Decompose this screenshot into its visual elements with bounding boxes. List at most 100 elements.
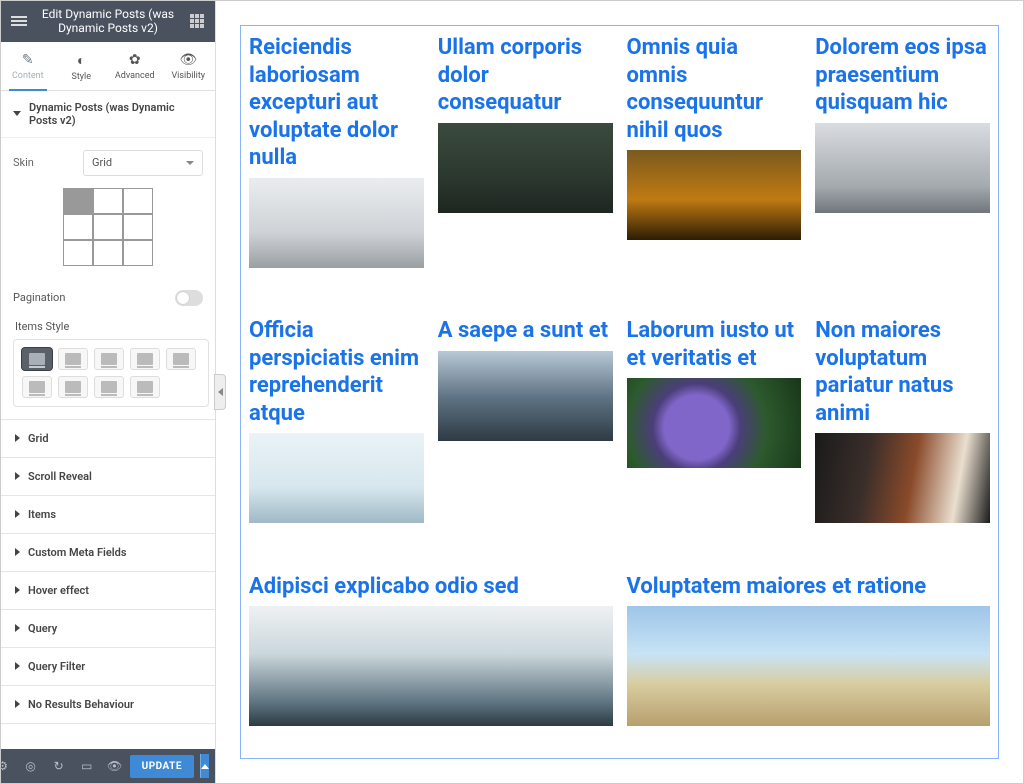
section-label: Query bbox=[28, 622, 57, 635]
sidebar-header: Edit Dynamic Posts (was Dynamic Posts v2… bbox=[1, 1, 215, 42]
tab-style[interactable]: ◐ Style bbox=[55, 42, 109, 90]
tab-visibility[interactable]: 👁 Visibility bbox=[162, 42, 216, 90]
post-image[interactable] bbox=[627, 606, 991, 726]
post-title-link[interactable]: A saepe a sunt et bbox=[438, 317, 613, 345]
preview-canvas: Reiciendis laboriosam excepturi aut volu… bbox=[216, 1, 1023, 783]
post-title-link[interactable]: Adipisci explicabo odio sed bbox=[249, 573, 613, 601]
items-style-option-9[interactable] bbox=[130, 376, 160, 398]
editor-sidebar: Edit Dynamic Posts (was Dynamic Posts v2… bbox=[1, 1, 216, 783]
items-style-option-5[interactable] bbox=[166, 348, 196, 370]
gear-icon: ✿ bbox=[110, 52, 160, 68]
post-image[interactable] bbox=[627, 378, 802, 468]
section-scroll-reveal[interactable]: Scroll Reveal bbox=[1, 458, 215, 496]
post-image[interactable] bbox=[249, 433, 424, 523]
chevron-down-icon bbox=[13, 111, 21, 116]
tab-label: Style bbox=[71, 72, 91, 82]
post-title-link[interactable]: Voluptatem maiores et ratione bbox=[627, 573, 991, 601]
section-label: Custom Meta Fields bbox=[28, 546, 126, 559]
post-card: Voluptatem maiores et ratione bbox=[627, 573, 991, 758]
items-style-option-3[interactable] bbox=[94, 348, 124, 370]
post-title-link[interactable]: Dolorem eos ipsa praesentium quisquam hi… bbox=[815, 34, 990, 117]
post-card: Ullam corporis dolor consequatur bbox=[438, 34, 613, 299]
section-hover-effect[interactable]: Hover effect bbox=[1, 572, 215, 610]
section-grid[interactable]: Grid bbox=[1, 420, 215, 458]
navigator-icon[interactable]: ◎ bbox=[22, 757, 40, 775]
post-card: Officia perspiciatis enim reprehenderit … bbox=[249, 317, 424, 555]
post-title-link[interactable]: Ullam corporis dolor consequatur bbox=[438, 34, 613, 117]
chevron-right-icon bbox=[15, 548, 20, 556]
pencil-icon: ✎ bbox=[3, 52, 53, 68]
post-image[interactable] bbox=[438, 123, 613, 213]
items-style-option-1[interactable] bbox=[22, 348, 52, 370]
tab-advanced[interactable]: ✿ Advanced bbox=[108, 42, 162, 90]
grid-layout-preview[interactable] bbox=[63, 188, 153, 266]
update-button[interactable]: UPDATE bbox=[130, 755, 194, 778]
items-style-option-6[interactable] bbox=[22, 376, 52, 398]
widget-dynamic-posts[interactable]: Reiciendis laboriosam excepturi aut volu… bbox=[240, 25, 999, 759]
post-title-link[interactable]: Non maiores voluptatum pariatur natus an… bbox=[815, 317, 990, 427]
post-card: Adipisci explicabo odio sed bbox=[249, 573, 613, 758]
section-label: Items bbox=[28, 508, 56, 521]
post-image[interactable] bbox=[249, 606, 613, 726]
responsive-icon[interactable]: ▭ bbox=[78, 757, 96, 775]
section-label: Scroll Reveal bbox=[28, 470, 92, 483]
items-style-option-2[interactable] bbox=[58, 348, 88, 370]
tab-label: Content bbox=[12, 71, 44, 81]
chevron-right-icon bbox=[15, 662, 20, 670]
skin-select[interactable]: Grid bbox=[83, 150, 203, 176]
post-title-link[interactable]: Omnis quia omnis consequuntur nihil quos bbox=[627, 34, 802, 144]
section-label: Hover effect bbox=[28, 584, 89, 597]
post-title-link[interactable]: Reiciendis laboriosam excepturi aut volu… bbox=[249, 34, 424, 172]
post-image[interactable] bbox=[627, 150, 802, 240]
chevron-right-icon bbox=[15, 510, 20, 518]
section-dynamic-posts-header[interactable]: Dynamic Posts (was Dynamic Posts v2) bbox=[1, 91, 215, 138]
post-image[interactable] bbox=[249, 178, 424, 268]
sidebar-collapse-handle[interactable] bbox=[214, 374, 226, 410]
post-image[interactable] bbox=[815, 123, 990, 213]
items-style-option-7[interactable] bbox=[58, 376, 88, 398]
post-card: Laborum iusto ut et veritatis et bbox=[627, 317, 802, 555]
chevron-right-icon bbox=[15, 586, 20, 594]
section-label: Query Filter bbox=[28, 660, 85, 673]
post-image[interactable] bbox=[438, 351, 613, 441]
sidebar-tabs: ✎ Content ◐ Style ✿ Advanced 👁 Visibility bbox=[1, 42, 215, 91]
post-card: A saepe a sunt et bbox=[438, 317, 613, 555]
items-style-option-8[interactable] bbox=[94, 376, 124, 398]
section-query[interactable]: Query bbox=[1, 610, 215, 648]
preview-icon[interactable]: 👁 bbox=[106, 757, 124, 775]
field-pagination: Pagination bbox=[13, 282, 203, 310]
chevron-right-icon bbox=[15, 700, 20, 708]
post-card: Non maiores voluptatum pariatur natus an… bbox=[815, 317, 990, 555]
post-card: Reiciendis laboriosam excepturi aut volu… bbox=[249, 34, 424, 299]
post-title-link[interactable]: Officia perspiciatis enim reprehenderit … bbox=[249, 317, 424, 427]
items-style-options bbox=[13, 339, 209, 407]
post-image[interactable] bbox=[815, 433, 990, 523]
section-items[interactable]: Items bbox=[1, 496, 215, 534]
section-custom-meta-fields[interactable]: Custom Meta Fields bbox=[1, 534, 215, 572]
tab-label: Visibility bbox=[171, 71, 205, 81]
update-options-button[interactable] bbox=[200, 754, 209, 778]
apps-icon[interactable] bbox=[187, 11, 207, 31]
sidebar-title: Edit Dynamic Posts (was Dynamic Posts v2… bbox=[29, 7, 187, 36]
chevron-right-icon bbox=[15, 624, 20, 632]
tab-label: Advanced bbox=[115, 71, 155, 81]
field-skin: Skin Grid bbox=[13, 150, 203, 176]
eye-icon: 👁 bbox=[164, 52, 214, 68]
chevron-right-icon bbox=[15, 472, 20, 480]
section-no-results-behaviour[interactable]: No Results Behaviour bbox=[1, 686, 215, 724]
pagination-label: Pagination bbox=[13, 291, 65, 304]
menu-button[interactable] bbox=[9, 11, 29, 31]
section-dynamic-posts-body: Skin Grid Pagination Items Style bbox=[1, 138, 215, 419]
skin-value: Grid bbox=[92, 156, 112, 169]
chevron-right-icon bbox=[15, 434, 20, 442]
tab-content[interactable]: ✎ Content bbox=[1, 42, 55, 90]
history-icon[interactable]: ↻ bbox=[50, 757, 68, 775]
sidebar-body: Dynamic Posts (was Dynamic Posts v2) Ski… bbox=[1, 91, 215, 749]
pagination-toggle[interactable] bbox=[175, 290, 203, 306]
contrast-icon: ◐ bbox=[57, 52, 107, 69]
section-query-filter[interactable]: Query Filter bbox=[1, 648, 215, 686]
items-style-option-4[interactable] bbox=[130, 348, 160, 370]
settings-icon[interactable]: ⚙ bbox=[0, 757, 12, 775]
post-title-link[interactable]: Laborum iusto ut et veritatis et bbox=[627, 317, 802, 372]
section-label: No Results Behaviour bbox=[28, 698, 134, 711]
